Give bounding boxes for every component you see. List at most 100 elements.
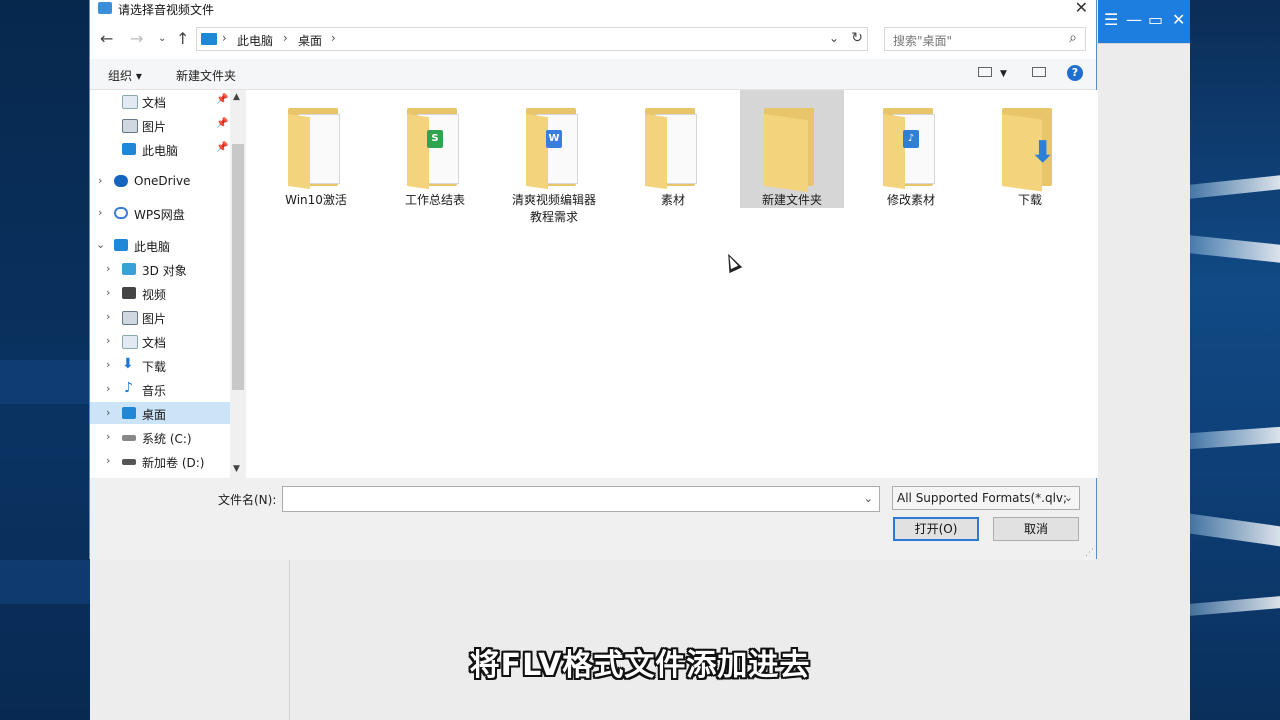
dialog-close-button[interactable]: ✕ (1075, 0, 1088, 17)
file-type-select[interactable]: All Supported Formats(*.qlv; ⌄ (892, 486, 1080, 510)
folder-label: 清爽视频编辑器教程需求 (511, 193, 596, 224)
folder-item[interactable]: ⬇ 下载 (978, 96, 1082, 212)
nav-item-wps-drive[interactable]: › WPS网盘 (90, 202, 230, 224)
nav-item-pictures-pc[interactable]: › 图片 (90, 306, 230, 328)
breadcrumb-this-pc[interactable]: 此电脑 (237, 32, 273, 49)
scroll-up-icon[interactable]: ▲ (233, 92, 240, 102)
dialog-titlebar: 请选择音视频文件 ✕ (90, 0, 1096, 19)
folder-icon (288, 108, 344, 190)
recent-locations-icon[interactable]: ⌄ (158, 33, 166, 44)
nav-item-videos[interactable]: › 视频 (90, 282, 230, 304)
open-button[interactable]: 打开(O) (893, 517, 979, 541)
refresh-icon[interactable]: ↻ (851, 30, 863, 46)
cancel-button[interactable]: 取消 (993, 517, 1079, 541)
chevron-right-icon[interactable]: › (98, 174, 102, 187)
nav-item-documents[interactable]: 文档 📌 (90, 90, 230, 112)
nav-item-label: 3D 对象 (142, 264, 187, 278)
nav-item-this-pc-quick[interactable]: 此电脑 📌 (90, 138, 230, 160)
chevron-right-icon[interactable]: › (106, 286, 110, 299)
chevron-down-icon[interactable]: ⌄ (829, 31, 839, 45)
nav-item-desktop[interactable]: › 桌面 (90, 402, 230, 424)
chevron-down-icon[interactable]: ⌄ (96, 238, 105, 251)
drive-icon (122, 435, 136, 441)
folder-label: 修改素材 (886, 193, 935, 207)
document-icon (122, 95, 138, 109)
nav-item-label: 文档 (142, 336, 167, 350)
nav-item-this-pc[interactable]: ⌄ 此电脑 (90, 234, 230, 256)
music-note-icon: ♪ (124, 380, 133, 396)
chevron-right-icon[interactable]: › (106, 358, 110, 371)
menu-icon[interactable]: ☰ (1104, 10, 1118, 29)
nav-scrollbar[interactable]: ▲ ▼ (230, 90, 246, 478)
chevron-right-icon[interactable]: › (106, 382, 110, 395)
nav-item-onedrive[interactable]: › OneDrive (90, 170, 230, 192)
audio-folder-icon: ♪ (883, 108, 939, 190)
chevron-right-icon[interactable]: › (106, 334, 110, 347)
breadcrumb-desktop[interactable]: 桌面 (298, 32, 322, 49)
film-icon (122, 287, 136, 299)
folder-label: 素材 (660, 193, 685, 207)
desktop-icon (122, 407, 136, 419)
folder-item[interactable]: 素材 (621, 96, 725, 212)
command-bar: 组织 ▾ 新建文件夹 ▼ ? (90, 59, 1096, 90)
preview-pane-icon[interactable] (1032, 67, 1046, 77)
chevron-down-icon[interactable]: ⌄ (864, 492, 873, 505)
pin-icon: 📌 (216, 118, 229, 129)
nav-item-label: 图片 (142, 312, 167, 326)
nav-item-music[interactable]: › ♪ 音乐 (90, 378, 230, 400)
folder-item[interactable]: S 工作总结表 (383, 96, 487, 212)
back-arrow-icon[interactable]: ← (100, 29, 113, 48)
computer-icon (201, 33, 217, 45)
maximize-button[interactable]: ▭ (1148, 10, 1163, 29)
search-icon[interactable]: ⌕ (1069, 30, 1077, 46)
up-arrow-icon[interactable]: ↑ (176, 29, 189, 48)
chevron-right-icon[interactable]: › (106, 262, 110, 275)
folder-item[interactable]: Win10激活 (264, 96, 368, 212)
help-icon[interactable]: ? (1067, 65, 1083, 81)
folder-item-selected[interactable]: 新建文件夹 (740, 90, 844, 208)
chevron-down-icon[interactable]: ⌄ (1064, 491, 1073, 504)
nav-item-drive-c[interactable]: › 系统 (C:) (90, 426, 230, 448)
nav-item-3d-objects[interactable]: › 3D 对象 (90, 258, 230, 280)
view-options-icon[interactable] (978, 67, 992, 77)
minimize-button[interactable]: — (1126, 10, 1142, 29)
forward-arrow-icon[interactable]: → (130, 29, 143, 48)
spreadsheet-folder-icon: S (407, 108, 463, 190)
file-name-input[interactable]: ⌄ (282, 486, 880, 512)
nav-item-label: 系统 (C:) (142, 432, 192, 446)
chevron-right-icon[interactable]: › (106, 310, 110, 323)
address-bar[interactable]: › 此电脑 › 桌面 › ⌄ ↻ (196, 27, 868, 51)
chevron-right-icon[interactable]: › (106, 430, 110, 443)
view-dropdown-icon[interactable]: ▼ (1000, 69, 1007, 79)
nav-item-label: 桌面 (142, 408, 167, 422)
file-type-value: All Supported Formats(*.qlv; (897, 491, 1068, 505)
folder-item[interactable]: W 清爽视频编辑器教程需求 (502, 96, 606, 224)
nav-item-downloads[interactable]: › ⬇ 下载 (90, 354, 230, 376)
search-placeholder: 搜索"桌面" (893, 34, 953, 48)
scroll-down-icon[interactable]: ▼ (233, 464, 240, 474)
resize-grip-icon[interactable]: ⋰ (1085, 548, 1094, 558)
chevron-right-icon[interactable]: › (106, 454, 110, 467)
nav-item-label: 此电脑 (142, 144, 179, 158)
nav-item-label: 下载 (142, 360, 167, 374)
organize-menu[interactable]: 组织 ▾ (108, 67, 142, 84)
nav-item-pictures[interactable]: 图片 📌 (90, 114, 230, 136)
nav-item-drive-d[interactable]: › 新加卷 (D:) (90, 450, 230, 472)
drive-icon (122, 459, 136, 465)
search-box[interactable]: 搜索"桌面" ⌕ (884, 27, 1086, 51)
new-folder-button[interactable]: 新建文件夹 (176, 67, 236, 84)
app-close-button[interactable]: ✕ (1172, 10, 1185, 29)
chevron-right-icon[interactable]: › (98, 206, 102, 219)
chevron-right-icon[interactable]: › (106, 406, 110, 419)
images-folder-icon (645, 108, 701, 190)
file-list: Win10激活 S 工作总结表 W 清爽视频编辑器教程需求 素材 新建文件夹 ♪… (246, 90, 1098, 478)
folder-item[interactable]: ♪ 修改素材 (859, 96, 963, 212)
scrollbar-thumb[interactable] (232, 144, 244, 390)
nav-item-documents-pc[interactable]: › 文档 (90, 330, 230, 352)
download-arrow-icon: ⬇ (122, 356, 134, 372)
nav-item-label: 图片 (142, 120, 167, 134)
download-folder-icon: ⬇ (1002, 108, 1058, 192)
folder-label: 新建文件夹 (761, 193, 822, 207)
app-icon (98, 2, 112, 14)
nav-item-label: OneDrive (134, 174, 191, 188)
